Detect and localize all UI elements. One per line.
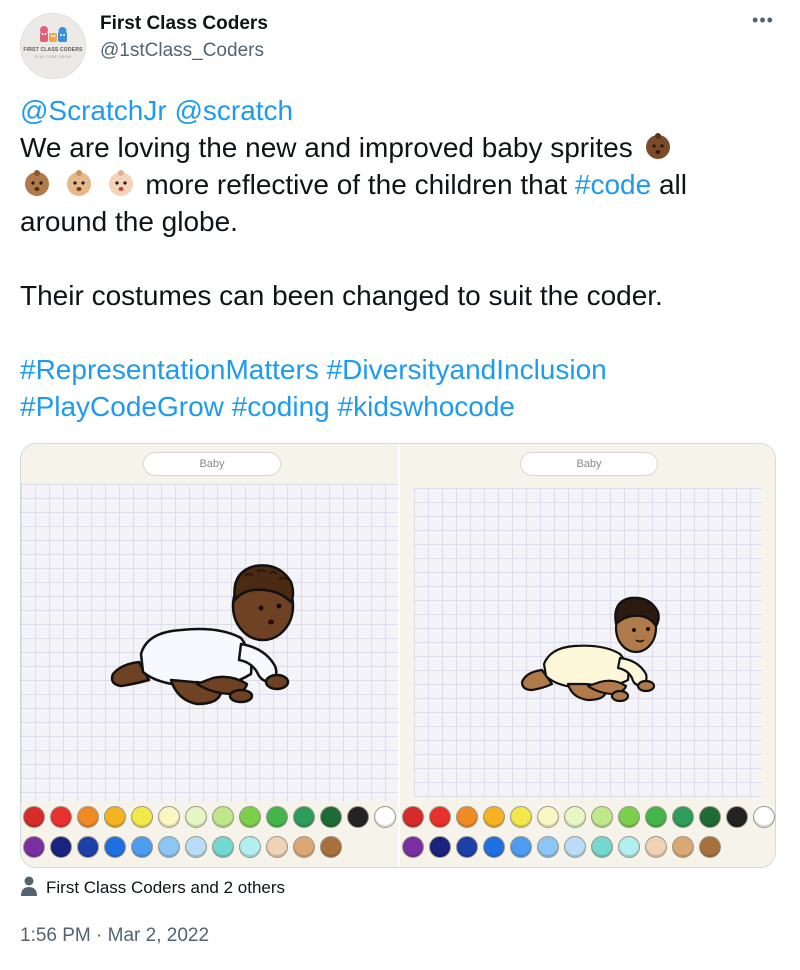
social-context-text: First Class Coders and 2 others bbox=[46, 878, 286, 897]
tweet-text-line2-tail: all bbox=[651, 169, 687, 200]
color-swatch[interactable] bbox=[402, 806, 424, 828]
editor-topbar: Baby bbox=[400, 444, 775, 484]
editor-topbar: Baby bbox=[21, 444, 398, 484]
color-swatch[interactable] bbox=[483, 806, 505, 828]
color-swatch[interactable] bbox=[483, 836, 505, 858]
baby-medium-skin-icon bbox=[25, 170, 49, 196]
sprite-name-field: Baby bbox=[520, 452, 658, 476]
color-swatch[interactable] bbox=[699, 806, 721, 828]
color-swatch[interactable] bbox=[699, 836, 721, 858]
color-swatch[interactable] bbox=[158, 836, 180, 858]
color-swatch[interactable] bbox=[402, 836, 424, 858]
color-swatch[interactable] bbox=[104, 836, 126, 858]
color-swatch[interactable] bbox=[591, 806, 613, 828]
tweet-line-3: around the globe. bbox=[20, 206, 238, 237]
color-swatch[interactable] bbox=[374, 806, 396, 828]
color-swatch[interactable] bbox=[320, 806, 342, 828]
tweet-text: @ScratchJr @scratch We are loving the ne… bbox=[20, 92, 780, 425]
hashtag-kidswhocode[interactable]: #kidswhocode bbox=[338, 391, 515, 422]
tweet-line-mentions: @ScratchJr @scratch bbox=[20, 92, 780, 129]
more-options-icon[interactable]: ••• bbox=[746, 11, 780, 36]
color-palette bbox=[400, 802, 775, 867]
color-swatch[interactable] bbox=[429, 836, 451, 858]
tweet-timestamp[interactable]: 1:56 PM · Mar 2, 2022 bbox=[20, 925, 209, 947]
avatar-logo-text: FIRST CLASS CODERS bbox=[23, 47, 83, 53]
color-swatch[interactable] bbox=[131, 836, 153, 858]
color-swatch[interactable] bbox=[753, 806, 775, 828]
tweet-hashtags-line-1: #RepresentationMatters #DiversityandIncl… bbox=[20, 351, 780, 388]
mention-scratch[interactable]: @scratch bbox=[174, 95, 293, 126]
baby-light-skin-icon bbox=[108, 170, 133, 196]
color-swatch[interactable] bbox=[537, 836, 559, 858]
sprite-name-field: Baby bbox=[143, 452, 281, 476]
color-swatch[interactable] bbox=[50, 836, 72, 858]
color-swatch[interactable] bbox=[456, 836, 478, 858]
color-swatch[interactable] bbox=[320, 836, 342, 858]
color-swatch[interactable] bbox=[510, 836, 532, 858]
user-handle[interactable]: @1stClass_Coders bbox=[100, 40, 264, 62]
color-swatch[interactable] bbox=[104, 806, 126, 828]
hashtag-playcodegrow[interactable]: #PlayCodeGrow bbox=[20, 391, 224, 422]
color-swatch[interactable] bbox=[591, 836, 613, 858]
baby-medium-light-skin-icon bbox=[66, 170, 91, 196]
color-swatch[interactable] bbox=[537, 806, 559, 828]
tweet-media[interactable]: Baby Baby bbox=[20, 443, 776, 868]
social-context[interactable]: First Class Coders and 2 others bbox=[20, 876, 285, 900]
color-swatch[interactable] bbox=[266, 806, 288, 828]
color-swatch[interactable] bbox=[185, 806, 207, 828]
color-swatch[interactable] bbox=[672, 836, 694, 858]
color-palette bbox=[21, 802, 398, 867]
color-swatch[interactable] bbox=[456, 806, 478, 828]
color-swatch[interactable] bbox=[131, 806, 153, 828]
color-swatch[interactable] bbox=[77, 836, 99, 858]
color-swatch[interactable] bbox=[672, 806, 694, 828]
crawling-baby-medium-illustration bbox=[520, 596, 660, 703]
tweet-paragraph-2: Their costumes can been changed to suit … bbox=[20, 280, 663, 311]
color-swatch[interactable] bbox=[239, 806, 261, 828]
media-image-right[interactable]: Baby bbox=[400, 444, 775, 867]
color-swatch[interactable] bbox=[618, 836, 640, 858]
color-swatch[interactable] bbox=[645, 806, 667, 828]
tweet-header: FIRST CLASS CODERS PLAY CODE GROW First … bbox=[20, 8, 780, 88]
crawling-baby-dark-illustration bbox=[110, 564, 295, 706]
color-swatch[interactable] bbox=[726, 806, 748, 828]
color-swatch[interactable] bbox=[429, 806, 451, 828]
color-swatch[interactable] bbox=[564, 806, 586, 828]
media-image-left[interactable]: Baby bbox=[21, 444, 398, 867]
color-swatch[interactable] bbox=[23, 806, 45, 828]
color-swatch[interactable] bbox=[23, 836, 45, 858]
color-swatch[interactable] bbox=[293, 836, 315, 858]
color-swatch[interactable] bbox=[645, 836, 667, 858]
hashtag-coding[interactable]: #coding bbox=[232, 391, 330, 422]
baby-dark-skin-icon bbox=[645, 133, 670, 159]
color-swatch[interactable] bbox=[158, 806, 180, 828]
color-swatch[interactable] bbox=[239, 836, 261, 858]
avatar-logo-tagline: PLAY CODE GROW bbox=[34, 55, 72, 59]
color-swatch[interactable] bbox=[266, 836, 288, 858]
color-swatch[interactable] bbox=[564, 836, 586, 858]
color-swatch[interactable] bbox=[77, 806, 99, 828]
color-swatch[interactable] bbox=[347, 806, 369, 828]
avatar[interactable]: FIRST CLASS CODERS PLAY CODE GROW bbox=[20, 13, 86, 79]
tweet-line-2: more reflective of the children that #co… bbox=[20, 166, 780, 203]
color-swatch[interactable] bbox=[212, 836, 234, 858]
color-swatch[interactable] bbox=[212, 806, 234, 828]
color-swatch[interactable] bbox=[185, 836, 207, 858]
hashtag-representationmatters[interactable]: #RepresentationMatters bbox=[20, 354, 319, 385]
color-swatch[interactable] bbox=[293, 806, 315, 828]
color-swatch[interactable] bbox=[510, 806, 532, 828]
mention-scratchjr[interactable]: @ScratchJr bbox=[20, 95, 167, 126]
color-swatch[interactable] bbox=[618, 806, 640, 828]
tweet-line-1: We are loving the new and improved baby … bbox=[20, 129, 780, 166]
tweet-text-line1: We are loving the new and improved baby … bbox=[20, 132, 633, 163]
hashtag-code[interactable]: #code bbox=[575, 169, 651, 200]
tweet-hashtags-line-2: #PlayCodeGrow #coding #kidswhocode bbox=[20, 388, 780, 425]
hashtag-diversityandinclusion[interactable]: #DiversityandInclusion bbox=[327, 354, 607, 385]
person-icon bbox=[21, 876, 37, 896]
display-name[interactable]: First Class Coders bbox=[100, 13, 268, 35]
color-swatch[interactable] bbox=[50, 806, 72, 828]
tweet-text-line2: more reflective of the children that bbox=[145, 169, 575, 200]
